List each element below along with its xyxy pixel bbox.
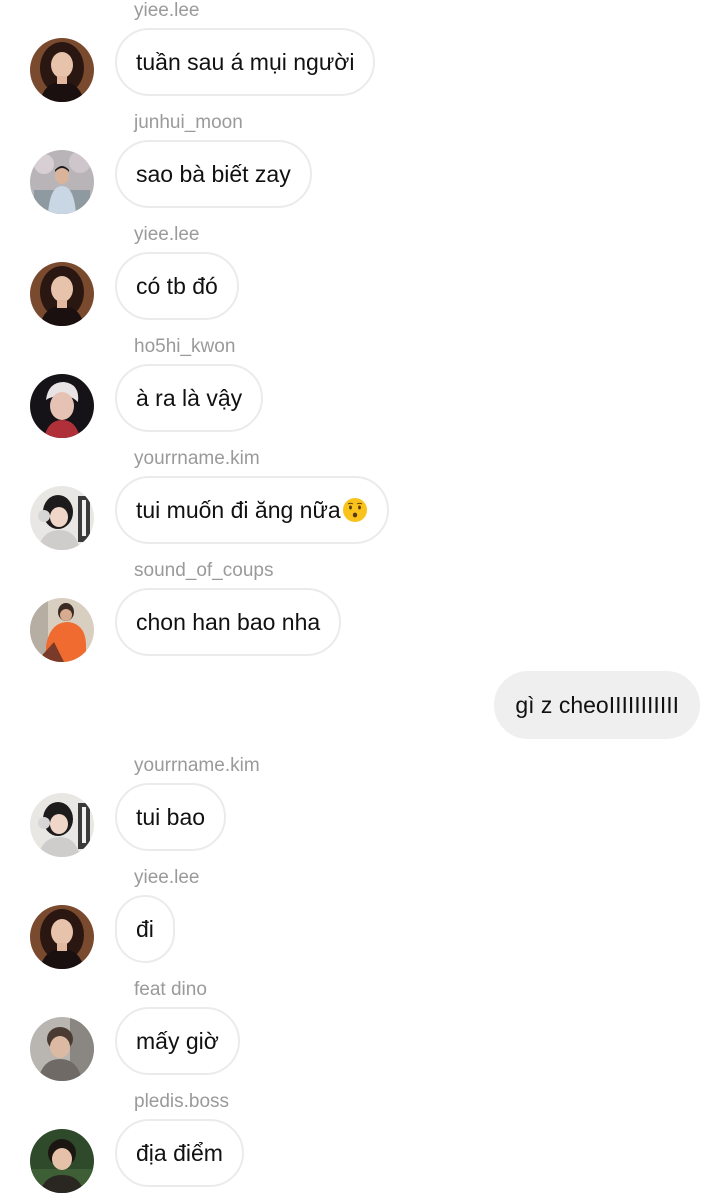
sender-username: junhui_moon (134, 112, 243, 133)
woman-long-dark-hair-avatar[interactable] (30, 38, 94, 102)
man-outdoor-blossom-avatar[interactable] (30, 150, 94, 214)
message-bubble[interactable]: mấy giờ (115, 1007, 240, 1075)
message-bubble[interactable]: đi (115, 895, 175, 963)
man-white-hair-dark-avatar[interactable] (30, 374, 94, 438)
sent-message-bubble[interactable]: gì z cheoIIIIIIIIIII (494, 671, 700, 739)
message-text: chon han bao nha (136, 608, 321, 635)
message-bubble[interactable]: có tb đó (115, 252, 239, 320)
sender-username: yiee.lee (134, 224, 200, 245)
sender-username: yiee.lee (134, 867, 200, 888)
message-text: gì z cheoIIIIIIIIIII (515, 691, 679, 718)
message-bubble[interactable]: chon han bao nha (115, 588, 342, 656)
message-text: tuần sau á mụi người (136, 48, 355, 75)
man-green-backdrop-avatar[interactable] (30, 1129, 94, 1193)
message-text: có tb đó (136, 272, 218, 299)
message-text: đi (136, 915, 154, 942)
person-headphones-avatar[interactable] (30, 486, 94, 550)
message-bubble[interactable]: địa điểm (115, 1119, 244, 1187)
message-text: địa điểm (136, 1139, 223, 1166)
message-text: tui muốn đi ăng nữa (136, 496, 341, 523)
message-text: tui bao (136, 803, 206, 830)
sender-username: yourrname.kim (134, 755, 260, 776)
message-bubble[interactable]: tui bao (115, 783, 227, 851)
sender-username: yourrname.kim (134, 448, 260, 469)
sender-username: yiee.lee (134, 0, 200, 21)
sender-username: pledis.boss (134, 1091, 230, 1112)
woman-long-dark-hair-avatar[interactable] (30, 262, 94, 326)
sender-username: feat dino (134, 979, 207, 1000)
message-bubble[interactable]: tuần sau á mụi người (115, 28, 376, 96)
woman-long-dark-hair-avatar[interactable] (30, 905, 94, 969)
message-bubble[interactable]: sao bà biết zay (115, 140, 312, 208)
message-bubble[interactable]: à ra là vậy (115, 364, 264, 432)
message-text: sao bà biết zay (136, 160, 291, 187)
message-text: à ra là vậy (136, 384, 243, 411)
man-grey-room-avatar[interactable] (30, 1017, 94, 1081)
man-orange-shirt-avatar[interactable] (30, 598, 94, 662)
sender-username: sound_of_coups (134, 560, 274, 581)
message-bubble[interactable]: tui muốn đi ăng nữa (115, 476, 389, 544)
sender-username: ho5hi_kwon (134, 336, 236, 357)
message-text: mấy giờ (136, 1027, 219, 1054)
chat-thread[interactable]: yiee.lee tuần sau á mụi người junhui_moo… (0, 0, 720, 1193)
kissing-face-emoji (342, 498, 367, 522)
person-headphones-avatar[interactable] (30, 793, 94, 857)
